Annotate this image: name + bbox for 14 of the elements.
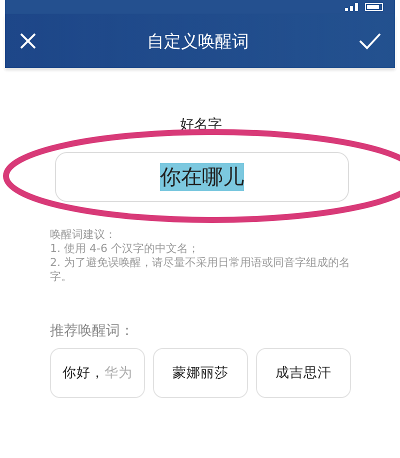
check-icon — [359, 32, 381, 50]
tip-text: 2. 为了避免误唤醒，请尽量不采用日常用语或同音字组成的名字。 — [50, 256, 350, 284]
signal-icon — [345, 3, 359, 11]
window-title: 自定义唤醒词 — [147, 30, 249, 52]
input-value: 你在哪儿 — [160, 163, 244, 191]
name-input-field[interactable]: 你在哪儿 — [55, 152, 349, 202]
section-label: 推荐唤醒词： — [50, 322, 135, 340]
close-icon — [19, 32, 37, 50]
battery-icon — [365, 3, 385, 11]
suggestion-chip[interactable]: 你好，华为 — [50, 348, 145, 398]
tip-text: 1. 使用 4-6 个汉字的中文名； — [50, 242, 200, 256]
tip-text: 唤醒词建议： — [50, 228, 117, 242]
suggestion-chip[interactable]: 成吉思汗 — [256, 348, 351, 398]
suggestion-chip[interactable]: 蒙娜丽莎 — [153, 348, 248, 398]
